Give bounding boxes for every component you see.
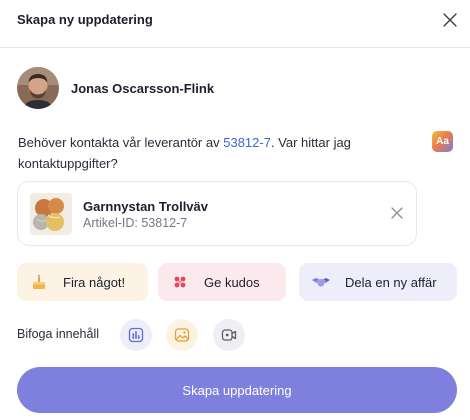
product-thumbnail (30, 193, 72, 235)
poll-chart-icon (128, 327, 144, 343)
attach-image-button[interactable] (166, 319, 198, 351)
author-row: Jonas Oscarsson-Flink (17, 67, 214, 109)
kudos-button[interactable]: Ge kudos (158, 263, 286, 301)
close-button[interactable] (441, 11, 459, 29)
author-name: Jonas Oscarsson-Flink (71, 80, 215, 96)
handshake-icon (311, 272, 331, 292)
avatar (17, 67, 59, 109)
action-chips: Fira något! Ge kudos Dela en ny affär (17, 263, 457, 301)
attach-label: Bifoga innehåll (17, 327, 100, 341)
kudos-icon (170, 272, 190, 292)
attach-poll-button[interactable] (120, 319, 152, 351)
message-text-before: Behöver kontakta vår leverantör av (18, 135, 224, 150)
dialog-title: Skapa ny uppdatering (17, 12, 153, 27)
image-icon (174, 328, 190, 342)
product-name: Garnnystan Trollväv (83, 199, 208, 214)
celebrate-button[interactable]: Fira något! (17, 263, 148, 301)
remove-product-button[interactable] (390, 206, 404, 220)
article-link[interactable]: 53812-7 (223, 135, 271, 150)
cake-icon (29, 272, 49, 292)
share-deal-button[interactable]: Dela en ny affär (299, 263, 457, 301)
text-format-icon[interactable]: Aa (432, 131, 453, 152)
share-deal-label: Dela en ny affär (345, 274, 437, 290)
kudos-label: Ge kudos (204, 274, 260, 290)
create-update-button[interactable]: Skapa uppdatering (17, 367, 457, 413)
message-text[interactable]: Behöver kontakta vår leverantör av 53812… (18, 132, 418, 174)
product-id: Artikel-ID: 53812-7 (83, 216, 188, 230)
attach-row: Bifoga innehåll (17, 319, 277, 351)
dialog-header: Skapa ny uppdatering (0, 0, 470, 48)
video-icon (221, 329, 237, 341)
close-icon (443, 13, 457, 27)
close-icon (391, 207, 403, 219)
product-card: Garnnystan Trollväv Artikel-ID: 53812-7 (17, 181, 417, 246)
attach-video-button[interactable] (213, 319, 245, 351)
celebrate-label: Fira något! (63, 274, 126, 290)
